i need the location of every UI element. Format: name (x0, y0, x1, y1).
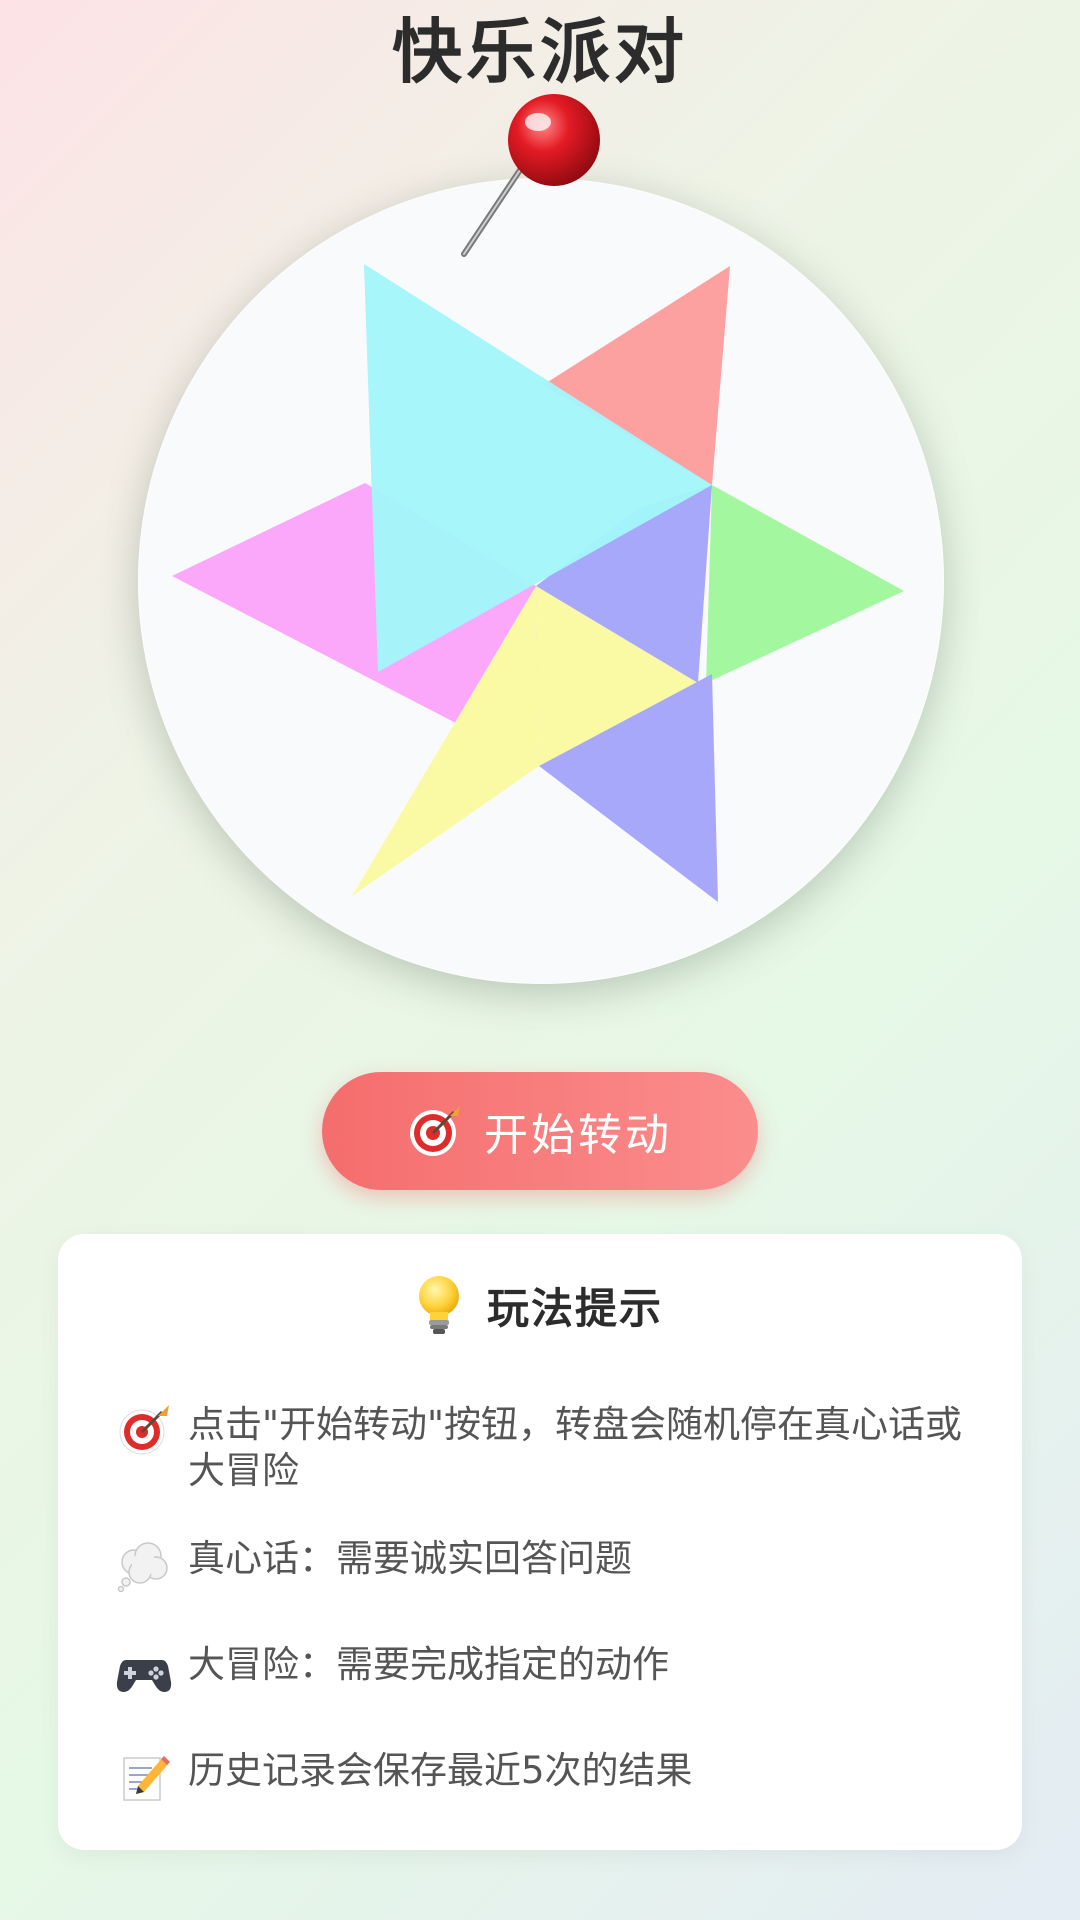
target-dart-icon (410, 1106, 460, 1156)
start-spin-button[interactable]: 开始转动 (322, 1072, 758, 1190)
tip-text: 大冒险：需要完成指定的动作 (188, 1643, 669, 1686)
page-title: 快乐派对 (392, 11, 688, 93)
tip-item: 大冒险：需要完成指定的动作 (116, 1642, 996, 1698)
tip-text: 真心话：需要诚实回答问题 (188, 1537, 632, 1580)
tip-item: 历史记录会保存最近5次的结果 (116, 1748, 996, 1804)
light-bulb-icon (418, 1276, 459, 1334)
wheel-segments (172, 264, 904, 902)
wheel-disc[interactable] (138, 178, 944, 984)
start-spin-label: 开始转动 (484, 1110, 672, 1161)
tip-item: 点击"开始转动"按钮，转盘会随机停在真心话或大冒险 (116, 1402, 996, 1494)
memo-pencil-icon (123, 1756, 170, 1801)
target-dart-icon (119, 1405, 169, 1455)
pushpin-icon (461, 94, 600, 257)
tip-text: 点击"开始转动"按钮，转盘会随机停在真心话或大冒险 (188, 1403, 963, 1492)
tips-header: 玩法提示 (58, 1274, 1022, 1336)
gamepad-icon (116, 1660, 172, 1692)
wheel-segment-green (706, 485, 904, 683)
thought-bubble-icon (117, 1542, 168, 1592)
tips-title: 玩法提示 (486, 1283, 663, 1333)
spin-wheel[interactable] (138, 178, 944, 984)
tip-item: 真心话：需要诚实回答问题 (116, 1536, 996, 1592)
tips-card: 玩法提示 点击"开始转动"按钮，转盘会随机停在真心话或大冒险 真心话：需要诚实回… (58, 1234, 1022, 1850)
tip-text: 历史记录会保存最近5次的结果 (188, 1749, 693, 1792)
